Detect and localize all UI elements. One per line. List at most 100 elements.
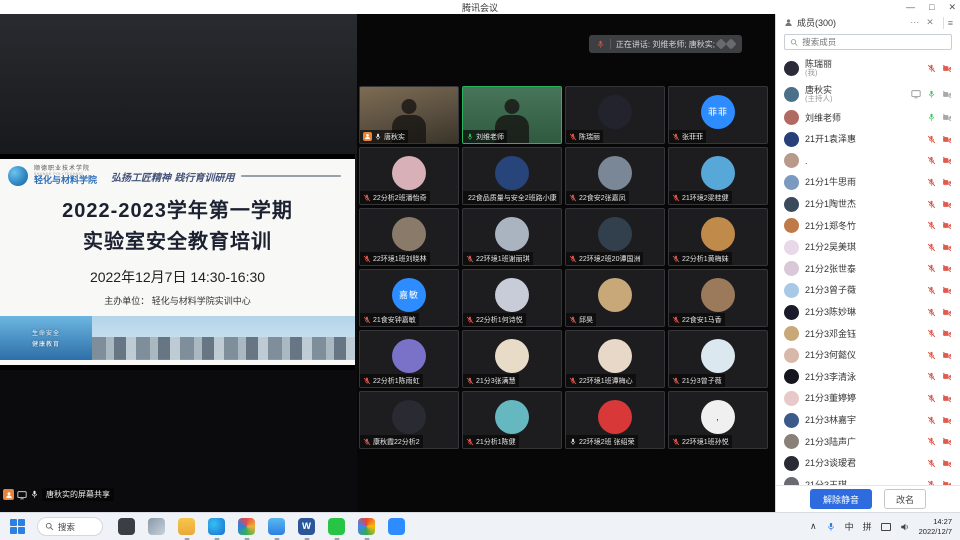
member-mic-icon[interactable] (927, 135, 936, 144)
windows-start-button[interactable] (10, 519, 25, 534)
tray-volume-icon[interactable] (900, 522, 910, 532)
member-row[interactable]: 21分1郑冬竹 (776, 215, 960, 237)
maximize-button[interactable]: □ (929, 0, 934, 14)
member-row[interactable]: . (776, 150, 960, 172)
video-tile[interactable]: 22食安2张嘉凤 (565, 147, 665, 205)
member-row[interactable]: 21分3陈妙琳 (776, 301, 960, 323)
tray-display-icon[interactable] (881, 523, 891, 531)
member-camera-icon[interactable] (942, 156, 952, 165)
taskbar-app-icon[interactable] (268, 518, 285, 535)
tray-chevron-icon[interactable]: ∧ (810, 521, 817, 532)
member-row[interactable]: 21分3林嘉宇 (776, 409, 960, 431)
member-camera-icon[interactable] (942, 264, 952, 273)
member-camera-icon[interactable] (942, 394, 952, 403)
member-mic-icon[interactable] (927, 459, 936, 468)
member-row[interactable]: 21分3董婷婷 (776, 388, 960, 410)
member-mic-icon[interactable] (927, 200, 936, 209)
member-mic-icon[interactable] (927, 437, 936, 446)
member-camera-icon[interactable] (942, 90, 952, 99)
member-row[interactable]: 21分3何懿仪 (776, 345, 960, 367)
video-tile[interactable]: 22食安1马香 (668, 269, 768, 327)
taskbar-app-icon[interactable] (328, 518, 345, 535)
video-tile[interactable]: 菲菲 张菲菲 (668, 86, 768, 144)
member-camera-icon[interactable] (942, 178, 952, 187)
member-camera-icon[interactable] (942, 351, 952, 360)
video-tile[interactable]: 22分析1黄梅妹 (668, 208, 768, 266)
video-tile[interactable]: 康秋霞22分析2 (359, 391, 459, 449)
member-camera-icon[interactable] (942, 416, 952, 425)
taskbar-clock[interactable]: 14:27 2022/12/7 (919, 517, 952, 537)
member-camera-icon[interactable] (942, 308, 952, 317)
video-tile[interactable]: 22分析1何诗悦 (462, 269, 562, 327)
member-list[interactable]: 陈瑞丽 (我) 唐秋实 (主持人) (776, 52, 960, 485)
member-camera-icon[interactable] (942, 135, 952, 144)
taskbar-app-icon[interactable]: W (298, 518, 315, 535)
member-row[interactable]: 刘维老师 (776, 107, 960, 129)
member-mic-icon[interactable] (927, 64, 936, 73)
taskbar-search[interactable]: 搜索 (37, 517, 103, 536)
video-tile[interactable]: 22环境1班谭梅心 (565, 330, 665, 388)
member-mic-icon[interactable] (927, 90, 936, 99)
member-row[interactable]: 21分3曾子薇 (776, 280, 960, 302)
panel-more-button[interactable]: ⋯ (910, 17, 919, 28)
taskbar-app-icon[interactable] (178, 518, 195, 535)
member-row[interactable]: 21分1牛思雨 (776, 172, 960, 194)
member-camera-icon[interactable] (942, 286, 952, 295)
video-tile[interactable]: 22环境1班谢丽琪 (462, 208, 562, 266)
ime-lang-indicator[interactable]: 中 (845, 520, 854, 533)
member-mic-icon[interactable] (927, 329, 936, 338)
taskbar-app-icon[interactable] (208, 518, 225, 535)
member-mic-icon[interactable] (927, 243, 936, 252)
video-tile[interactable]: 21分3曾子薇 (668, 330, 768, 388)
member-row[interactable]: 陈瑞丽 (我) (776, 55, 960, 81)
member-camera-icon[interactable] (942, 113, 952, 122)
member-mic-icon[interactable] (927, 113, 936, 122)
member-camera-icon[interactable] (942, 221, 952, 230)
member-mic-icon[interactable] (927, 264, 936, 273)
member-mic-icon[interactable] (927, 221, 936, 230)
member-search-box[interactable] (784, 34, 952, 50)
video-tile[interactable]: 22环境2班 张绍荣 (565, 391, 665, 449)
member-row[interactable]: 21分3李清泳 (776, 366, 960, 388)
close-button[interactable]: ✕ (948, 0, 956, 14)
member-row[interactable]: 21分1陶世杰 (776, 193, 960, 215)
taskbar-app-icon[interactable] (148, 518, 165, 535)
member-row[interactable]: 21分3邓金钰 (776, 323, 960, 345)
tray-mic-icon[interactable] (826, 522, 836, 532)
video-tile[interactable]: 22分析1陈雨虹 (359, 330, 459, 388)
member-row[interactable]: 唐秋实 (主持人) (776, 81, 960, 107)
member-row[interactable]: 21分3谈瑷君 (776, 453, 960, 475)
panel-layout-button[interactable]: ≡ (943, 17, 957, 29)
video-tile[interactable]: 21分3张满慧 (462, 330, 562, 388)
member-mic-icon[interactable] (927, 416, 936, 425)
member-mic-icon[interactable] (927, 351, 936, 360)
minimize-button[interactable]: — (906, 0, 915, 14)
video-tile[interactable]: 22环境1班刘晓林 (359, 208, 459, 266)
member-camera-icon[interactable] (942, 243, 952, 252)
member-camera-icon[interactable] (942, 459, 952, 468)
unmute-button[interactable]: 解除静音 (810, 489, 872, 509)
member-mic-icon[interactable] (927, 372, 936, 381)
video-tile[interactable]: 21环境2梁桂健 (668, 147, 768, 205)
member-row[interactable]: 21分3陆声广 (776, 431, 960, 453)
member-camera-icon[interactable] (942, 64, 952, 73)
video-tile[interactable]: 嘉敏 21食安钟嘉敏 (359, 269, 459, 327)
member-camera-icon[interactable] (942, 329, 952, 338)
member-camera-icon[interactable] (942, 200, 952, 209)
video-tile[interactable]: 刘维老师 (462, 86, 562, 144)
member-search-input[interactable] (802, 37, 946, 47)
video-tile[interactable]: 邱昊 (565, 269, 665, 327)
member-mic-icon[interactable] (927, 308, 936, 317)
member-camera-icon[interactable] (942, 372, 952, 381)
rename-button[interactable]: 改名 (884, 489, 926, 509)
video-tile[interactable]: , 22环境1班孙悦 (668, 391, 768, 449)
video-tile[interactable]: 21分析1陈健 (462, 391, 562, 449)
member-mic-icon[interactable] (927, 394, 936, 403)
taskbar-app-icon[interactable] (358, 518, 375, 535)
video-tile[interactable]: 22分析2班潘怡奇 (359, 147, 459, 205)
video-tile[interactable]: 22食品质量与安全2班路小康 (462, 147, 562, 205)
member-row[interactable]: 21分2张世泰 (776, 258, 960, 280)
member-camera-icon[interactable] (942, 437, 952, 446)
taskbar-app-icon[interactable] (388, 518, 405, 535)
member-row[interactable]: 21分3王琪 (776, 474, 960, 485)
